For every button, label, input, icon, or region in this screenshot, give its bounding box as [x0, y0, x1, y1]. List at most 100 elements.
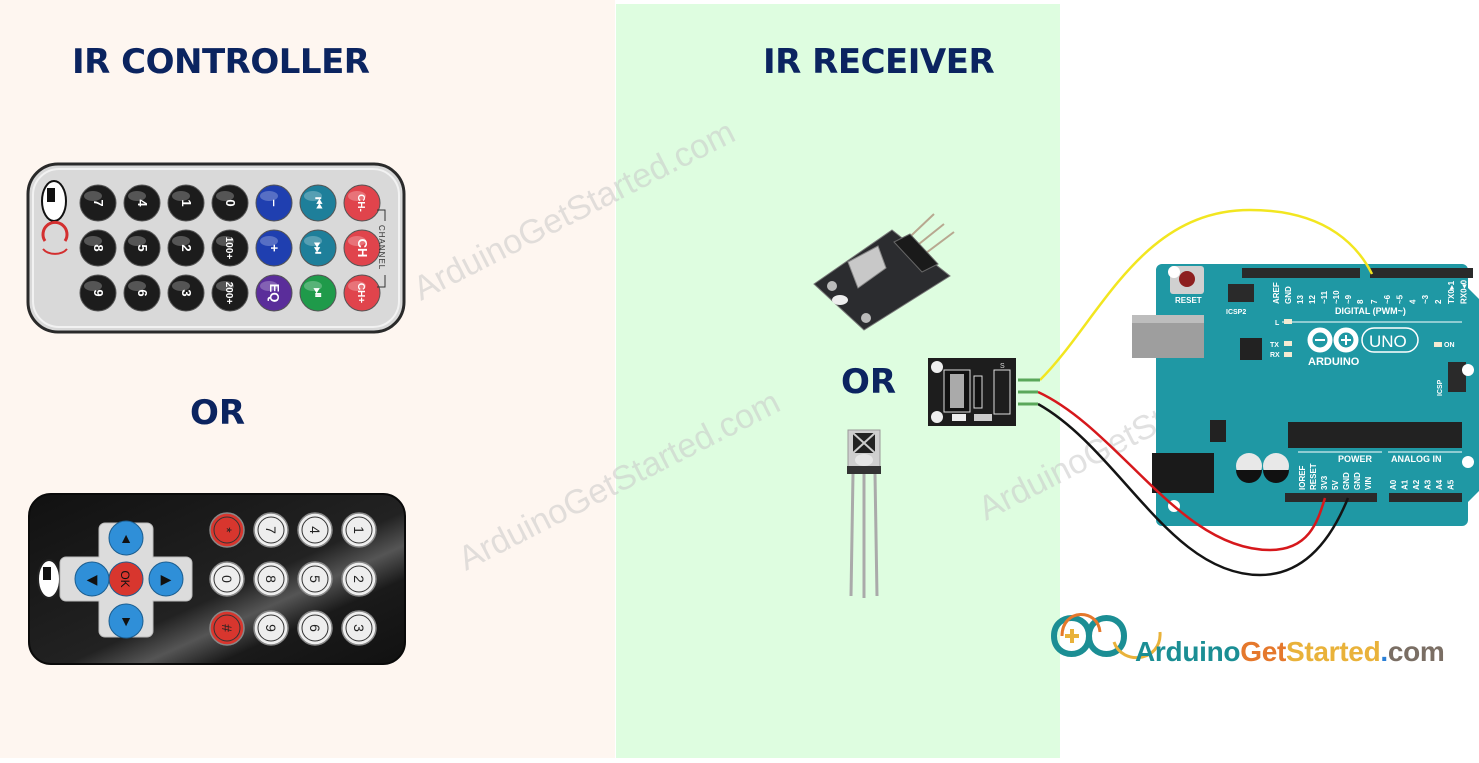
remote-button[interactable]: 1: [341, 512, 377, 548]
pin-label: GND: [1284, 286, 1293, 304]
pin-label: 5V: [1331, 480, 1340, 490]
remote-button[interactable]: 3: [167, 274, 205, 312]
button-label: 3: [179, 289, 194, 296]
dpad-ok-button[interactable]: OK: [108, 561, 144, 597]
remote-button[interactable]: 8: [79, 229, 117, 267]
logo-part-get: Get: [1240, 636, 1286, 667]
remote-button[interactable]: *: [209, 512, 245, 548]
button-label: 1: [351, 526, 367, 534]
pin-label: VIN: [1364, 476, 1373, 490]
dpad-left-button[interactable]: ◀: [74, 561, 110, 597]
button-label: 8: [91, 244, 106, 251]
pin-label: ~9: [1344, 294, 1353, 304]
pin-label: 7: [1370, 299, 1379, 304]
pin-label: 4: [1408, 299, 1417, 304]
dpad-down-button[interactable]: ▼: [108, 603, 144, 639]
button-label: 100+: [223, 237, 234, 260]
dpad-label: ▶: [161, 571, 172, 587]
remote-button[interactable]: #: [209, 610, 245, 646]
led-label-tx: TX: [1270, 342, 1279, 349]
remote-button[interactable]: 1: [167, 184, 205, 222]
button-label: 7: [91, 199, 106, 206]
silver-ir-remote: 7 4 1 0 – ⏮ CH- 8 5 2 100+ + ⏭ CH 9 6 3 200+ EQ ⏯ CH+ CHANNE…: [26, 162, 406, 334]
usb-chip: [1240, 338, 1262, 360]
pin-label: ~3: [1421, 294, 1430, 304]
remote-button[interactable]: CH+: [343, 274, 381, 312]
logo-part-dot: .: [1380, 636, 1388, 667]
dpad-label: ◀: [87, 571, 98, 587]
remote-button[interactable]: +: [255, 229, 293, 267]
remote-button[interactable]: ⏮: [299, 184, 337, 222]
remote-button[interactable]: 9: [79, 274, 117, 312]
remote-button[interactable]: 7: [79, 184, 117, 222]
led-label-l: L: [1275, 320, 1280, 327]
remote-button[interactable]: 0: [209, 561, 245, 597]
remote-button[interactable]: 5: [123, 229, 161, 267]
logo-text: ArduinoGetStarted.com: [1135, 636, 1445, 668]
bare-ir-receiver-photo: [847, 429, 881, 598]
remote-button[interactable]: CH-: [343, 184, 381, 222]
button-label: 2: [351, 575, 367, 583]
remote-button[interactable]: 3: [341, 610, 377, 646]
remote-button[interactable]: 4: [297, 512, 333, 548]
remote-button[interactable]: 2: [167, 229, 205, 267]
diy-logo-icon: [41, 180, 67, 222]
button-label: *: [219, 527, 235, 533]
on-label: ON: [1444, 342, 1455, 349]
pin-label: ~11: [1320, 290, 1329, 304]
pin-label: A3: [1424, 479, 1433, 490]
remote-button[interactable]: EQ: [255, 274, 293, 312]
pin-label: 13: [1296, 295, 1305, 304]
power-label: POWER: [1338, 454, 1373, 464]
remote-button[interactable]: 100+: [211, 229, 249, 267]
remote-button[interactable]: 2: [341, 561, 377, 597]
black-ir-remote: ▲ ◀ OK ▶ ▼ * 7 4 1 0 8 5 2 # 9 6 3: [28, 493, 406, 665]
arduinogetstarted-logo: ArduinoGetStarted.com: [1040, 600, 1479, 680]
pin-label: A1: [1401, 479, 1410, 490]
pin-label: AREF: [1272, 282, 1281, 304]
remote-button[interactable]: 200+: [211, 274, 249, 312]
dpad-up-button[interactable]: ▲: [108, 520, 144, 556]
pcb-board: [813, 229, 951, 331]
remote-button[interactable]: CH: [343, 229, 381, 267]
pin-label: 8: [1356, 299, 1365, 304]
remote-button[interactable]: ⏭: [299, 229, 337, 267]
button-label: 0: [223, 199, 238, 206]
remote-button[interactable]: 5: [297, 561, 333, 597]
channel-label: CHANNEL: [377, 225, 386, 270]
logo-part-started: Started: [1286, 636, 1381, 667]
icsp-label: ICSP: [1437, 379, 1444, 396]
remote-button[interactable]: ⏯: [299, 274, 337, 312]
remote-button[interactable]: –: [255, 184, 293, 222]
power-header: [1285, 493, 1377, 502]
remote-button[interactable]: 4: [123, 184, 161, 222]
dpad-label: OK: [118, 570, 132, 587]
pin-label: ~10: [1332, 290, 1341, 304]
button-label: 2: [179, 244, 194, 251]
pin-label: IOREF: [1298, 465, 1307, 490]
button-label: 4: [307, 526, 323, 534]
uno-model: UNO: [1369, 332, 1407, 351]
digital-header-right: [1370, 268, 1473, 278]
button-label: EQ: [267, 284, 282, 303]
button-label: 7: [263, 526, 279, 534]
dpad-right-button[interactable]: ▶: [148, 561, 184, 597]
digital-label: DIGITAL (PWM~): [1335, 306, 1406, 316]
pin-label: RESET: [1309, 463, 1318, 490]
button-label: ⏯: [311, 288, 326, 298]
microcontroller-chip: [1288, 422, 1462, 448]
remote-button[interactable]: 0: [211, 184, 249, 222]
button-label: 9: [91, 289, 106, 296]
pin-label: A0: [1389, 479, 1398, 490]
pin-label: RX0◂0: [1460, 279, 1469, 304]
remote-button[interactable]: 6: [297, 610, 333, 646]
button-label: 6: [307, 624, 323, 632]
or-label-receiver: OR: [841, 362, 897, 402]
ir-controller-title: IR CONTROLLER: [72, 42, 370, 82]
remote-button[interactable]: 8: [253, 561, 289, 597]
button-label: 8: [263, 575, 279, 583]
remote-button[interactable]: 6: [123, 274, 161, 312]
remote-button[interactable]: 7: [253, 512, 289, 548]
button-label: 200+: [223, 282, 234, 305]
remote-button[interactable]: 9: [253, 610, 289, 646]
